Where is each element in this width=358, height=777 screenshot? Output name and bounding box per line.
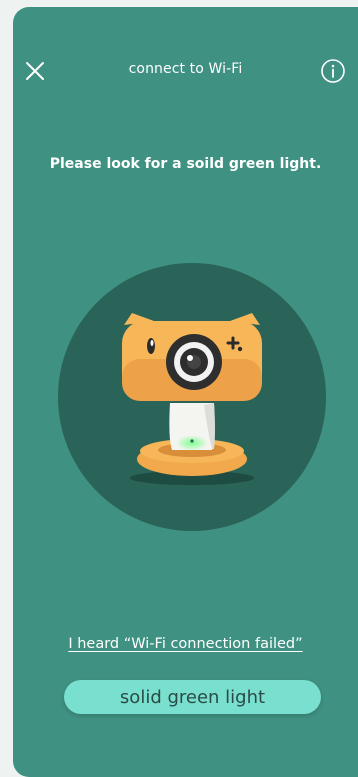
page-title: connect to Wi-Fi (128, 61, 243, 77)
info-button[interactable] (320, 58, 346, 84)
illustration-circle (58, 263, 326, 531)
solid-green-light-button[interactable]: solid green light (64, 680, 321, 714)
top-bar: connect to Wi-Fi (13, 51, 358, 91)
camera-illustration (122, 313, 262, 485)
instruction-text: Please look for a soild green light. (49, 156, 322, 172)
wifi-failed-link[interactable]: I heard “Wi-Fi connection failed” (13, 636, 358, 652)
app-screen: connect to Wi-Fi Please look for a soild… (13, 7, 358, 777)
info-icon (321, 59, 345, 83)
green-light-icon (176, 435, 208, 451)
